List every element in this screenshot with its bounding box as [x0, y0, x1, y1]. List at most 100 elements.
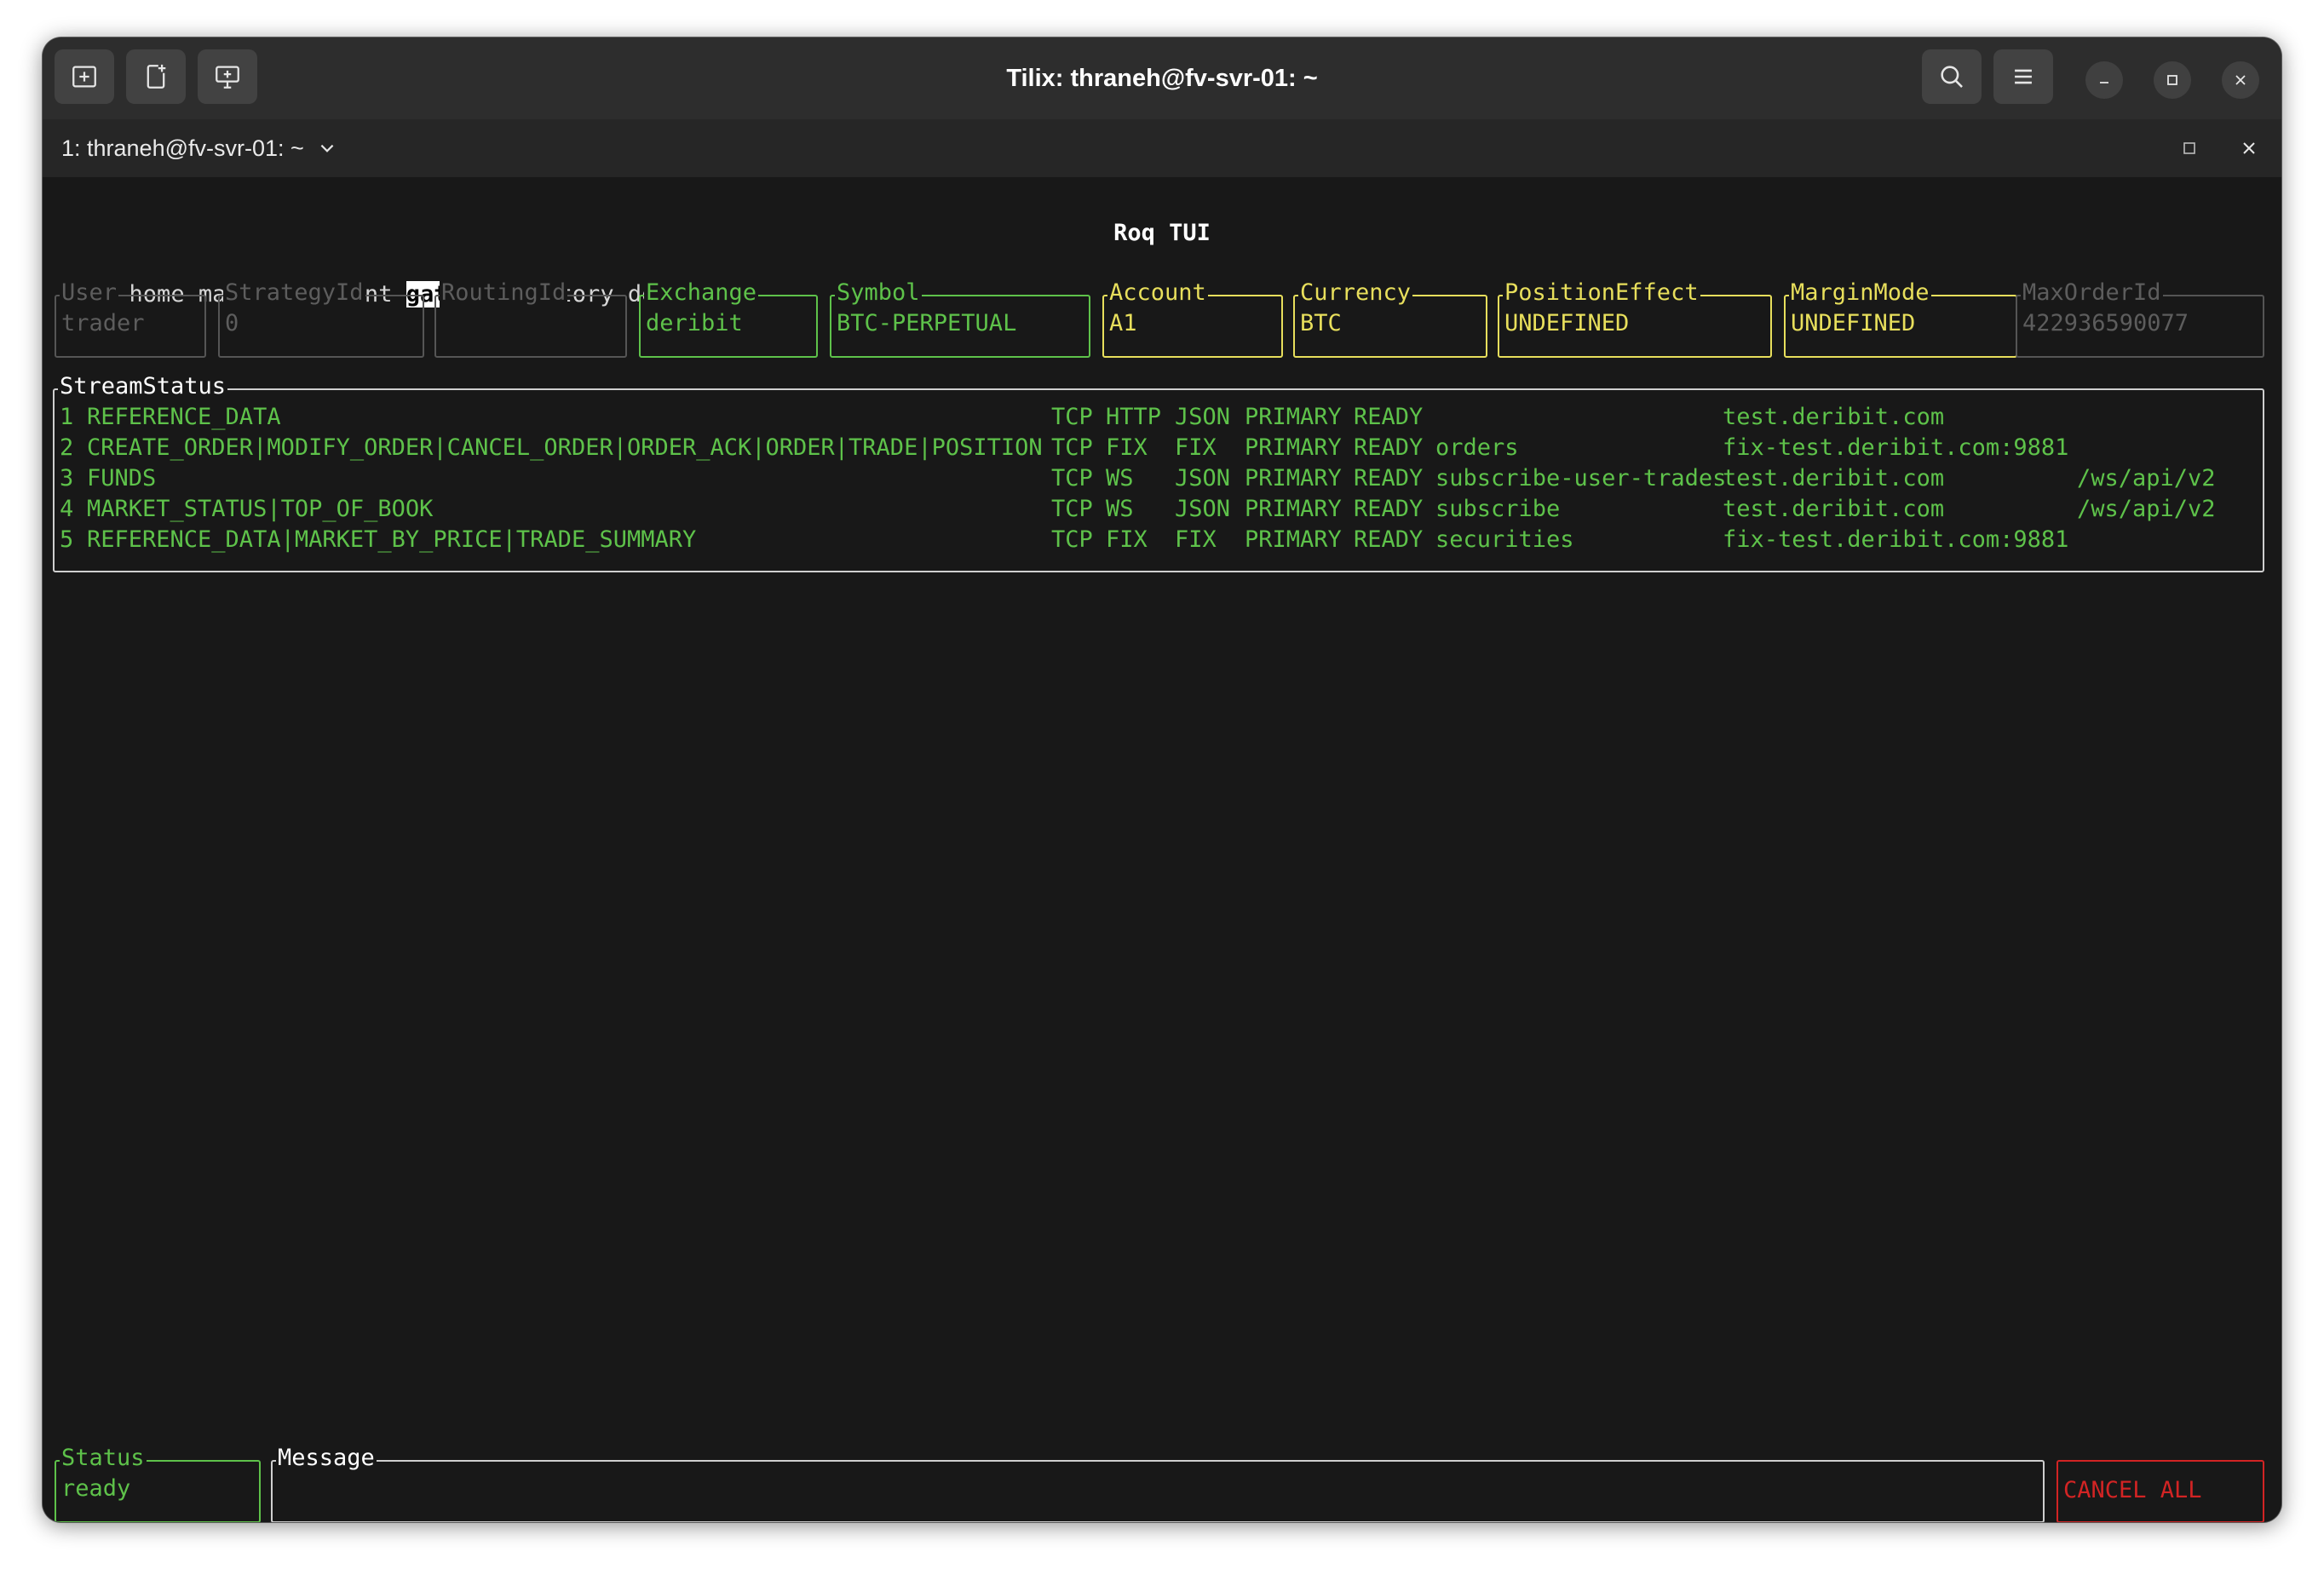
user-label: User	[60, 278, 119, 308]
stream-cell-channel: subscribe-user-trades	[1435, 465, 1727, 491]
stream-cell-supports: REFERENCE_DATA	[87, 404, 281, 430]
position-effect-field[interactable]: PositionEffect UNDEFINED	[1498, 278, 1772, 358]
stream-cell-id: 1	[60, 404, 74, 430]
stream-cell-encoding: JSON	[1175, 496, 1231, 522]
app-title: Roq TUI	[1113, 220, 1211, 246]
account-value: A1	[1109, 310, 1137, 336]
stream-cell-host: test.deribit.com	[1723, 465, 1945, 491]
stream-cell-transport: TCP	[1051, 434, 1093, 461]
message-field[interactable]: Message	[271, 1443, 2045, 1522]
cancel-all-label: CANCEL ALL	[2063, 1477, 2202, 1503]
stream-cell-id: 4	[60, 496, 74, 522]
strategy-id-field[interactable]: StrategyId 0	[218, 278, 424, 358]
maximize-button[interactable]	[2154, 61, 2191, 99]
stream-cell-host: test.deribit.com	[1723, 404, 1945, 430]
exchange-label: Exchange	[644, 278, 759, 308]
account-field[interactable]: Account A1	[1102, 278, 1283, 358]
stream-cell-priority: PRIMARY	[1245, 404, 1342, 430]
stream-cell-priority: PRIMARY	[1245, 434, 1342, 461]
symbol-field[interactable]: Symbol BTC-PERPETUAL	[830, 278, 1090, 358]
currency-field[interactable]: Currency BTC	[1293, 278, 1487, 358]
max-order-id-value: 422936590077	[2022, 310, 2189, 336]
stream-cell-id: 2	[60, 434, 74, 461]
stream-cell-protocol: WS	[1106, 496, 1134, 522]
close-terminal-icon[interactable]	[2239, 138, 2259, 158]
stream-cell-priority: PRIMARY	[1245, 465, 1342, 491]
stream-cell-transport: TCP	[1051, 526, 1093, 553]
stream-cell-protocol: FIX	[1106, 434, 1148, 461]
currency-label: Currency	[1298, 278, 1413, 308]
stream-cell-encoding: JSON	[1175, 404, 1231, 430]
maximize-terminal-icon[interactable]	[2179, 138, 2200, 158]
minimize-button[interactable]	[2085, 61, 2123, 99]
exchange-value: deribit	[646, 310, 743, 336]
stream-cell-protocol: HTTP	[1106, 404, 1162, 430]
hamburger-menu-icon	[2015, 69, 2032, 84]
stream-cell-channel: securities	[1435, 526, 1574, 553]
stream-cell-path: /ws/api/v2	[2077, 496, 2216, 522]
stream-cell-state: READY	[1354, 465, 1424, 491]
stream-status-label: StreamStatus	[58, 371, 228, 402]
stream-cell-state: READY	[1354, 404, 1424, 430]
chevron-down-icon	[320, 144, 334, 152]
position-effect-value: UNDEFINED	[1504, 310, 1630, 336]
stream-cell-supports: MARKET_STATUS|TOP_OF_BOOK	[87, 496, 434, 522]
stream-cell-state: READY	[1354, 526, 1424, 553]
stream-cell-encoding: JSON	[1175, 465, 1231, 491]
stream-cell-protocol: WS	[1106, 465, 1134, 491]
symbol-value: BTC-PERPETUAL	[837, 310, 1017, 336]
stream-cell-id: 3	[60, 465, 74, 491]
close-window-button[interactable]	[2222, 61, 2259, 99]
stream-cell-host: fix-test.deribit.com:9881	[1723, 434, 2069, 461]
user-field[interactable]: User trader	[55, 278, 206, 358]
stream-cell-supports: FUNDS	[87, 465, 157, 491]
stream-cell-protocol: FIX	[1106, 526, 1148, 553]
terminal-content[interactable]: Roq TUI home market account gateway hist…	[43, 177, 2281, 1522]
stream-row: 2 CREATE_ORDER|MODIFY_ORDER|CANCEL_ORDER|…	[55, 433, 2261, 463]
stream-cell-state: READY	[1354, 496, 1424, 522]
status-label: Status	[60, 1443, 147, 1474]
margin-mode-value: UNDEFINED	[1791, 310, 1916, 336]
stream-cell-path: /ws/api/v2	[2077, 465, 2216, 491]
stream-cell-channel: orders	[1435, 434, 1519, 461]
user-value: trader	[61, 310, 145, 336]
cancel-all-button[interactable]: CANCEL ALL	[2057, 1460, 2264, 1522]
routing-id-label: RoutingId	[440, 278, 568, 308]
session-bar: 1: thraneh@fv-svr-01: ~	[43, 119, 2281, 177]
message-label: Message	[276, 1443, 377, 1474]
stream-row: 3 FUNDS TCP WS JSON PRIMARY READY subscribe-use…	[55, 463, 2261, 494]
stream-cell-encoding: FIX	[1175, 434, 1217, 461]
session-label: 1: thraneh@fv-svr-01: ~	[61, 135, 304, 161]
stream-cell-transport: TCP	[1051, 465, 1093, 491]
stream-status-panel: StreamStatus 1 REFERENCE_DATA TCP HTTP JSON P…	[53, 371, 2264, 572]
max-order-id-label: MaxOrderId	[2021, 278, 2163, 308]
position-effect-label: PositionEffect	[1503, 278, 1700, 308]
menu-button[interactable]	[1993, 49, 2053, 104]
status-value: ready	[61, 1475, 131, 1502]
routing-id-field[interactable]: RoutingId	[434, 278, 627, 358]
max-order-id-field[interactable]: MaxOrderId 422936590077	[2016, 278, 2264, 358]
stream-cell-priority: PRIMARY	[1245, 526, 1342, 553]
strategy-id-value: 0	[225, 310, 239, 336]
close-icon	[2235, 75, 2246, 85]
symbol-label: Symbol	[835, 278, 922, 308]
currency-value: BTC	[1300, 310, 1342, 336]
terminal-window: Tilix: thraneh@fv-svr-01: ~ 1: thraneh@f…	[43, 37, 2281, 1522]
session-selector[interactable]: 1: thraneh@fv-svr-01: ~	[61, 119, 337, 177]
account-label: Account	[1107, 278, 1208, 308]
margin-mode-field[interactable]: MarginMode UNDEFINED	[1784, 278, 2017, 358]
exchange-field[interactable]: Exchange deribit	[639, 278, 818, 358]
stream-cell-id: 5	[60, 526, 74, 553]
stream-cell-transport: TCP	[1051, 496, 1093, 522]
stream-cell-transport: TCP	[1051, 404, 1093, 430]
stream-cell-supports: REFERENCE_DATA|MARKET_BY_PRICE|TRADE_SUM…	[87, 526, 697, 553]
stream-row: 1 REFERENCE_DATA TCP HTTP JSON PRIMARY READY te…	[55, 402, 2261, 433]
strategy-id-label: StrategyId	[223, 278, 365, 308]
minimize-icon	[2100, 82, 2108, 83]
stream-row: 5 REFERENCE_DATA|MARKET_BY_PRICE|TRADE_SU…	[55, 525, 2261, 555]
stream-cell-priority: PRIMARY	[1245, 496, 1342, 522]
stream-cell-encoding: FIX	[1175, 526, 1217, 553]
search-button[interactable]	[1922, 49, 1982, 104]
status-field: Status ready	[55, 1443, 261, 1522]
stream-cell-host: test.deribit.com	[1723, 496, 1945, 522]
